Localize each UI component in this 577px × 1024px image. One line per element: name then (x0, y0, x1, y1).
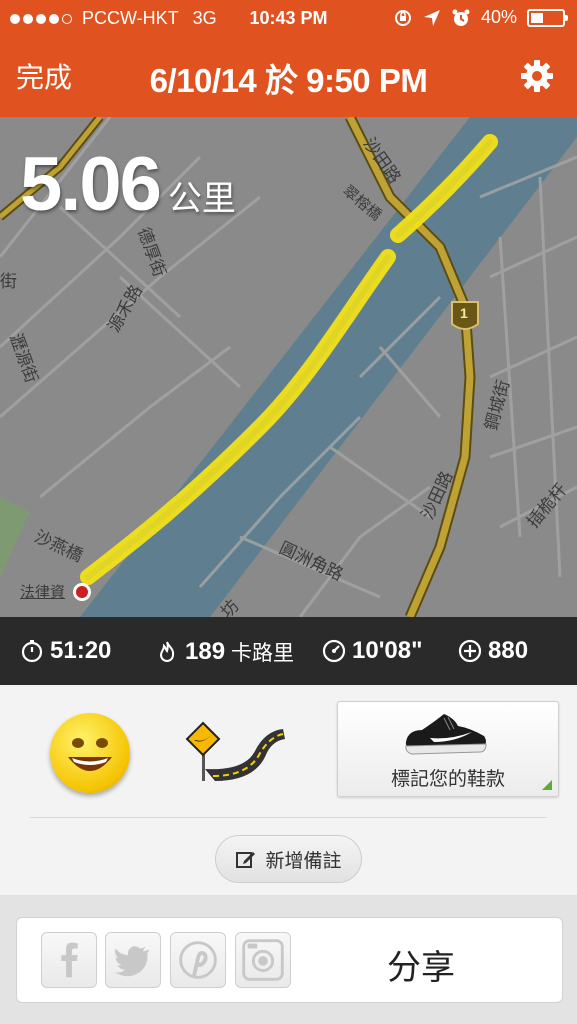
share-button[interactable]: 分享 (387, 940, 455, 989)
pace-stat: 10'08" (322, 637, 422, 665)
road-sign-icon[interactable] (185, 721, 285, 783)
tag-shoes-label: 標記您的鞋款 (390, 769, 505, 790)
share-area: 分享 (0, 895, 577, 1024)
duration-value: 51:20 (50, 637, 112, 664)
grinning-face-icon[interactable] (50, 713, 130, 793)
rotation-lock-icon (394, 9, 411, 26)
carrier-name: PCCW-HKT (82, 8, 179, 28)
fuel-value: 880 (488, 637, 529, 664)
distance-unit: 公里 (167, 180, 236, 218)
route-map[interactable]: 5.06 公里 沙田路 德厚街 源禾路 翠榕橋 瀝源街 街 沙燕橋 法律資 沙田路… (0, 117, 577, 617)
duration-stat: 51:20 (20, 637, 111, 665)
flame-icon (159, 641, 175, 662)
shoe-icon (405, 714, 487, 755)
status-right: 40% (393, 7, 568, 28)
status-time: 10:43 PM (249, 8, 328, 28)
map-label-building: 法律資 (20, 584, 66, 601)
alarm-icon (452, 9, 470, 26)
tag-shoes-button[interactable]: 標記您的鞋款 (337, 701, 559, 797)
status-left: PCCW-HKT 3G (10, 8, 217, 29)
top-bar: PCCW-HKT 3G 10:43 PM 40% 完成 6/10/14 於 9:… (0, 0, 577, 117)
distance-readout: 5.06 公里 (20, 141, 236, 228)
corner-indicator (542, 780, 552, 790)
instagram-icon[interactable] (235, 932, 291, 988)
edit-note-icon (236, 852, 256, 868)
run-details-panel: 標記您的鞋款 新增備註 (0, 685, 577, 895)
calories-stat: 189 卡路里 (155, 637, 294, 667)
nav-bar: 完成 6/10/14 於 9:50 PM (0, 38, 577, 117)
route-number-marker: 1 (460, 305, 468, 321)
pace-value: 10'08" (352, 637, 423, 664)
fuel-stat: 880 (458, 637, 528, 665)
divider (30, 817, 547, 818)
add-note-label: 新增備註 (265, 850, 342, 872)
add-note-button[interactable]: 新增備註 (215, 835, 362, 883)
location-arrow-icon (423, 9, 440, 26)
battery-icon (527, 8, 568, 27)
run-stats-bar: 51:20 189 卡路里 10'08" 880 (0, 617, 577, 685)
signal-strength-icon (10, 13, 72, 24)
calories-value: 189 (185, 638, 226, 665)
battery-percentage: 40% (480, 7, 517, 27)
battery-fill (531, 12, 543, 23)
done-button[interactable]: 完成 (16, 56, 72, 96)
status-bar: PCCW-HKT 3G 10:43 PM 40% (0, 0, 577, 38)
calories-unit: 卡路里 (231, 642, 295, 665)
run-datetime-title: 6/10/14 於 9:50 PM (149, 62, 428, 99)
distance-value: 5.06 (20, 142, 162, 227)
share-bar: 分享 (16, 917, 563, 1003)
nikefuel-icon (458, 639, 482, 663)
network-type: 3G (192, 8, 217, 28)
map-label-road: 街 (0, 272, 17, 291)
stopwatch-icon (21, 640, 43, 663)
speedometer-icon (322, 639, 346, 663)
pinterest-icon[interactable] (170, 932, 226, 988)
twitter-icon[interactable] (105, 932, 161, 988)
facebook-icon[interactable] (41, 932, 97, 988)
gear-icon[interactable] (519, 58, 555, 94)
